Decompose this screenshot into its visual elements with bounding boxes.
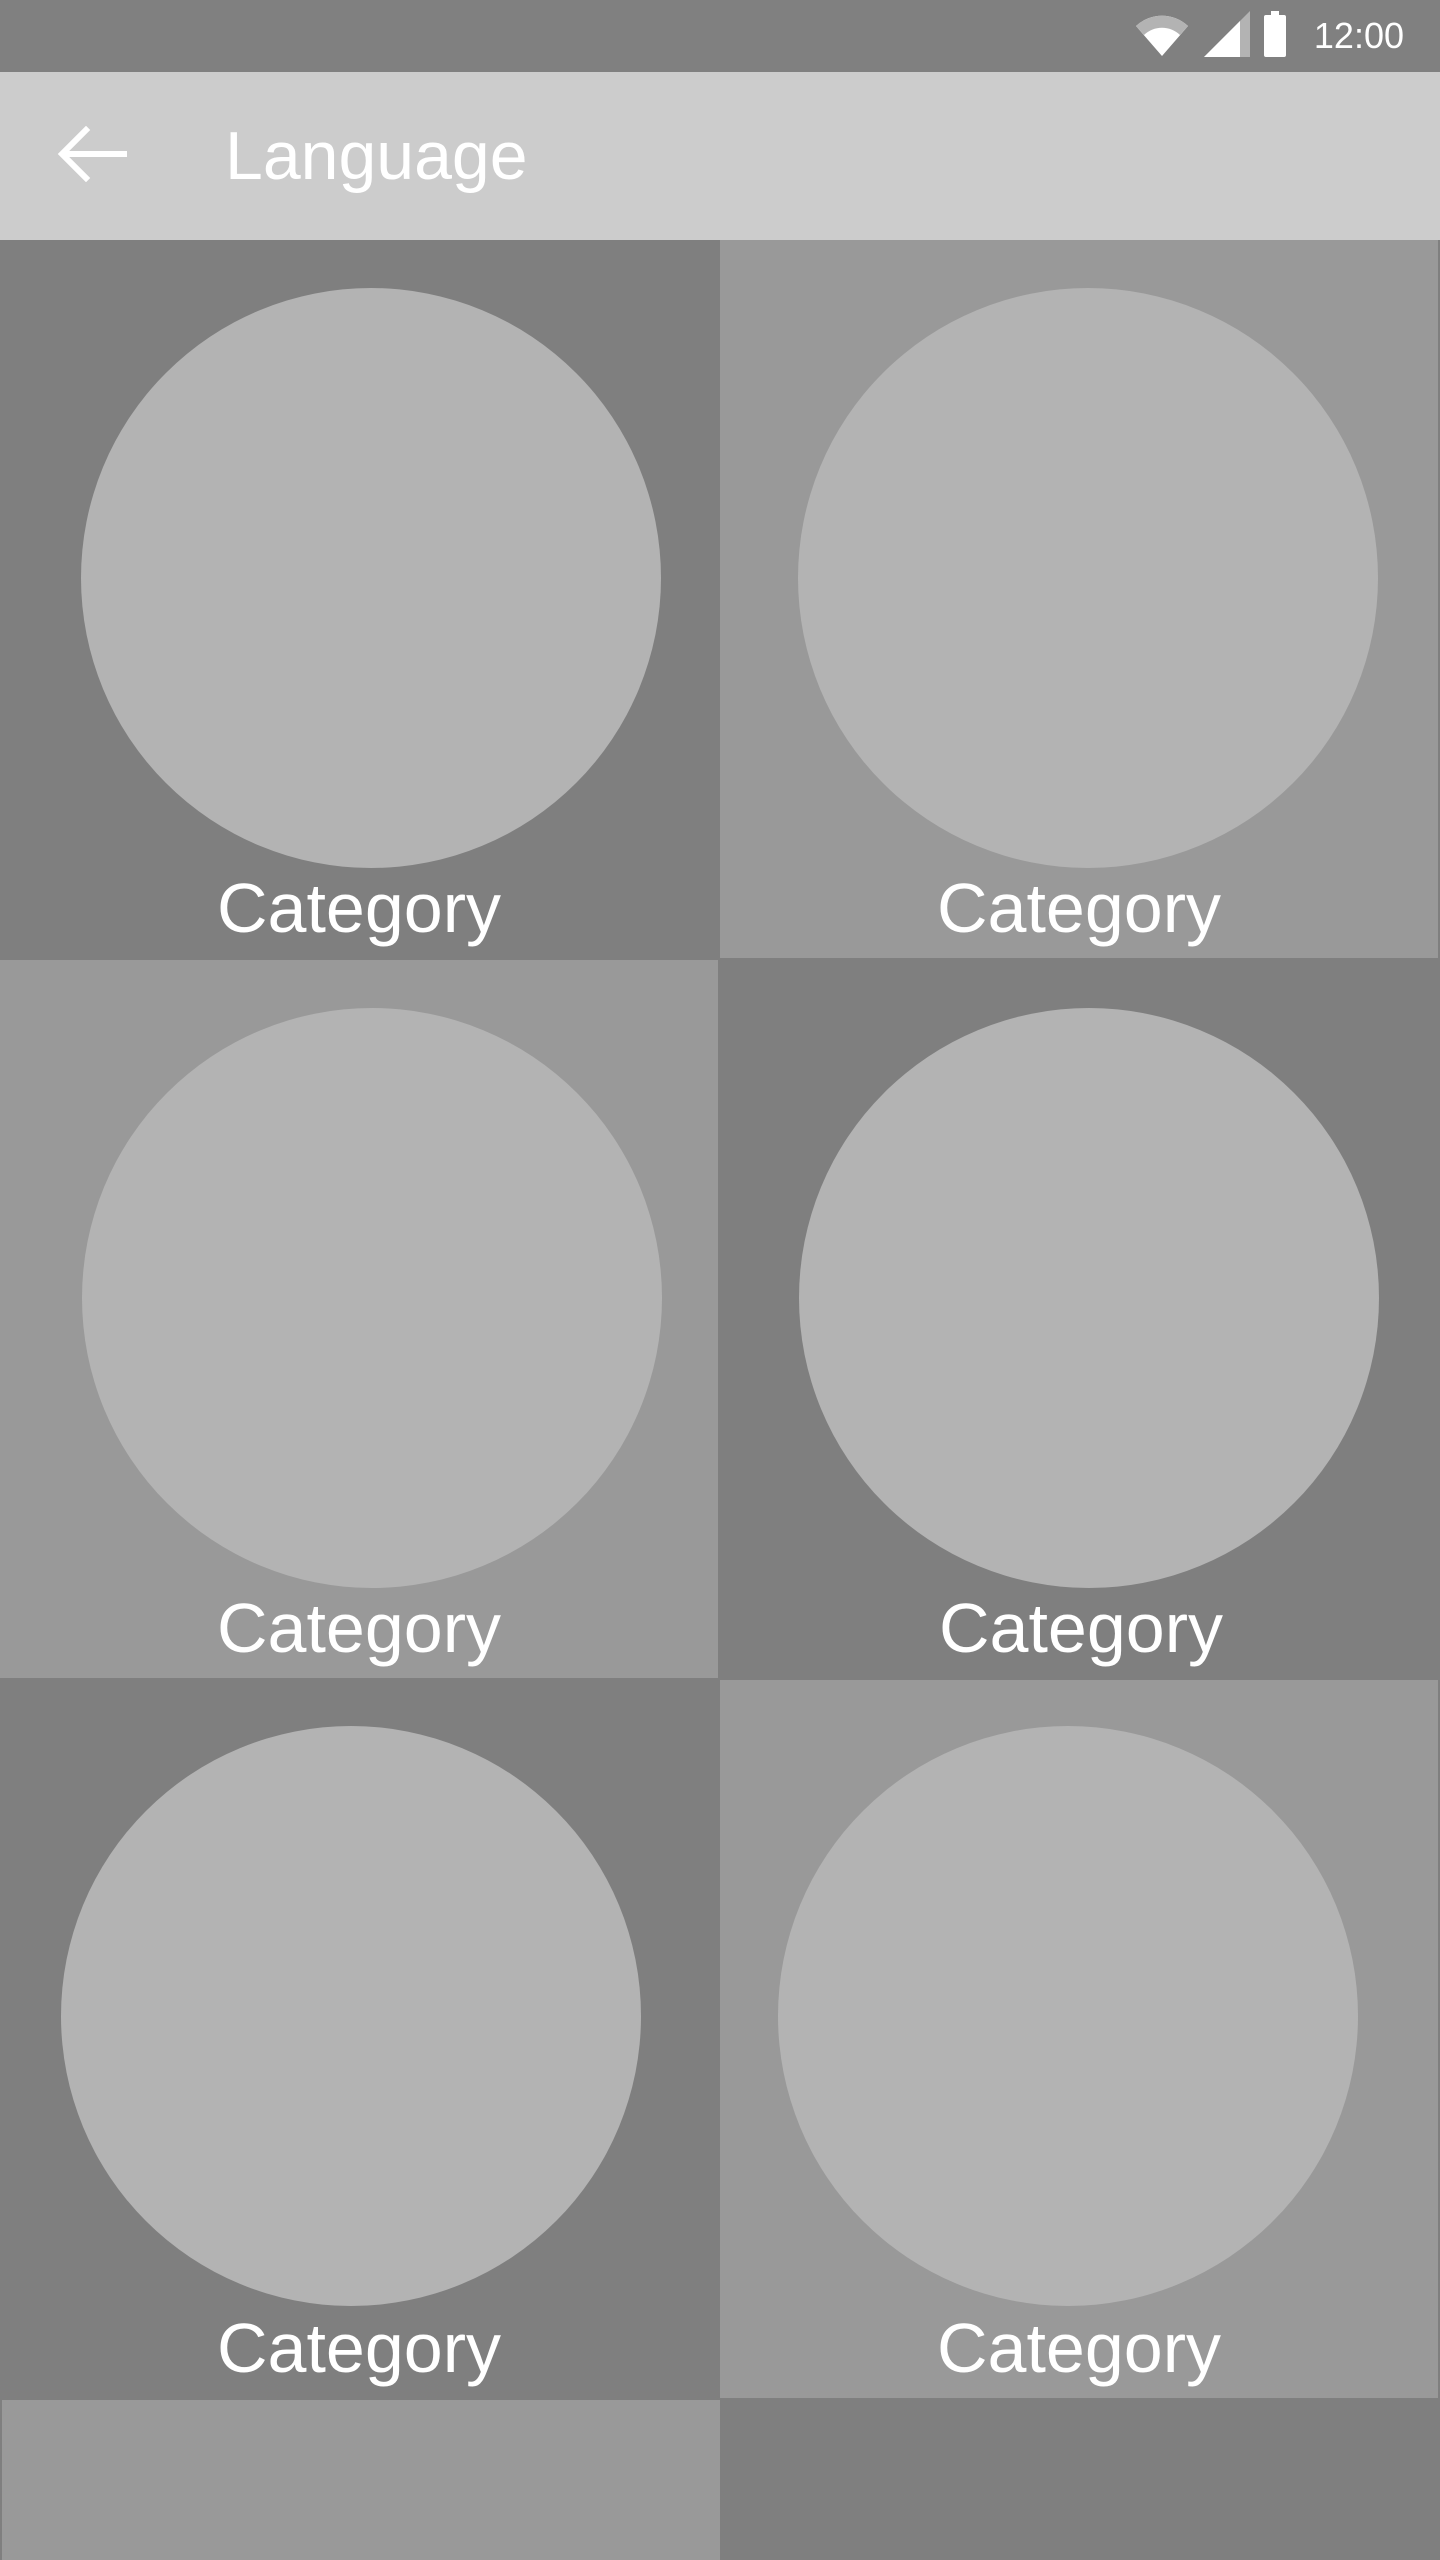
category-image [799,1008,1379,1588]
category-image [81,288,661,868]
category-label: Category [936,2309,1222,2387]
status-time: 12:00 [1313,15,1404,56]
status-icons: 12:00 [1134,0,1404,72]
cell-signal-icon [1203,10,1250,62]
category-tile[interactable] [722,2400,1440,2560]
category-tile[interactable]: Category [0,240,718,958]
category-image [778,1726,1358,2306]
category-tile[interactable] [2,2400,720,2560]
category-tile[interactable]: Category [720,240,1438,958]
category-image [61,1726,641,2306]
category-label: Category [938,1589,1224,1667]
category-label: Category [216,2309,502,2387]
category-image [798,288,1378,868]
category-image [82,1008,662,1588]
category-tile[interactable]: Category [0,960,718,1678]
category-label: Category [936,869,1222,947]
category-label: Category [216,1589,502,1667]
arrow-back-icon [56,125,128,187]
page-title: Language [225,118,528,194]
category-tile[interactable]: Category [722,960,1440,1678]
category-label: Category [216,869,502,947]
category-tile[interactable]: Category [720,1680,1438,2398]
wifi-icon [1134,12,1190,61]
back-button[interactable] [44,112,140,200]
category-tile[interactable]: Category [0,1680,718,2398]
battery-icon [1263,10,1286,62]
app-bar: Language [0,72,1440,240]
status-bar: 12:00 [0,0,1440,72]
